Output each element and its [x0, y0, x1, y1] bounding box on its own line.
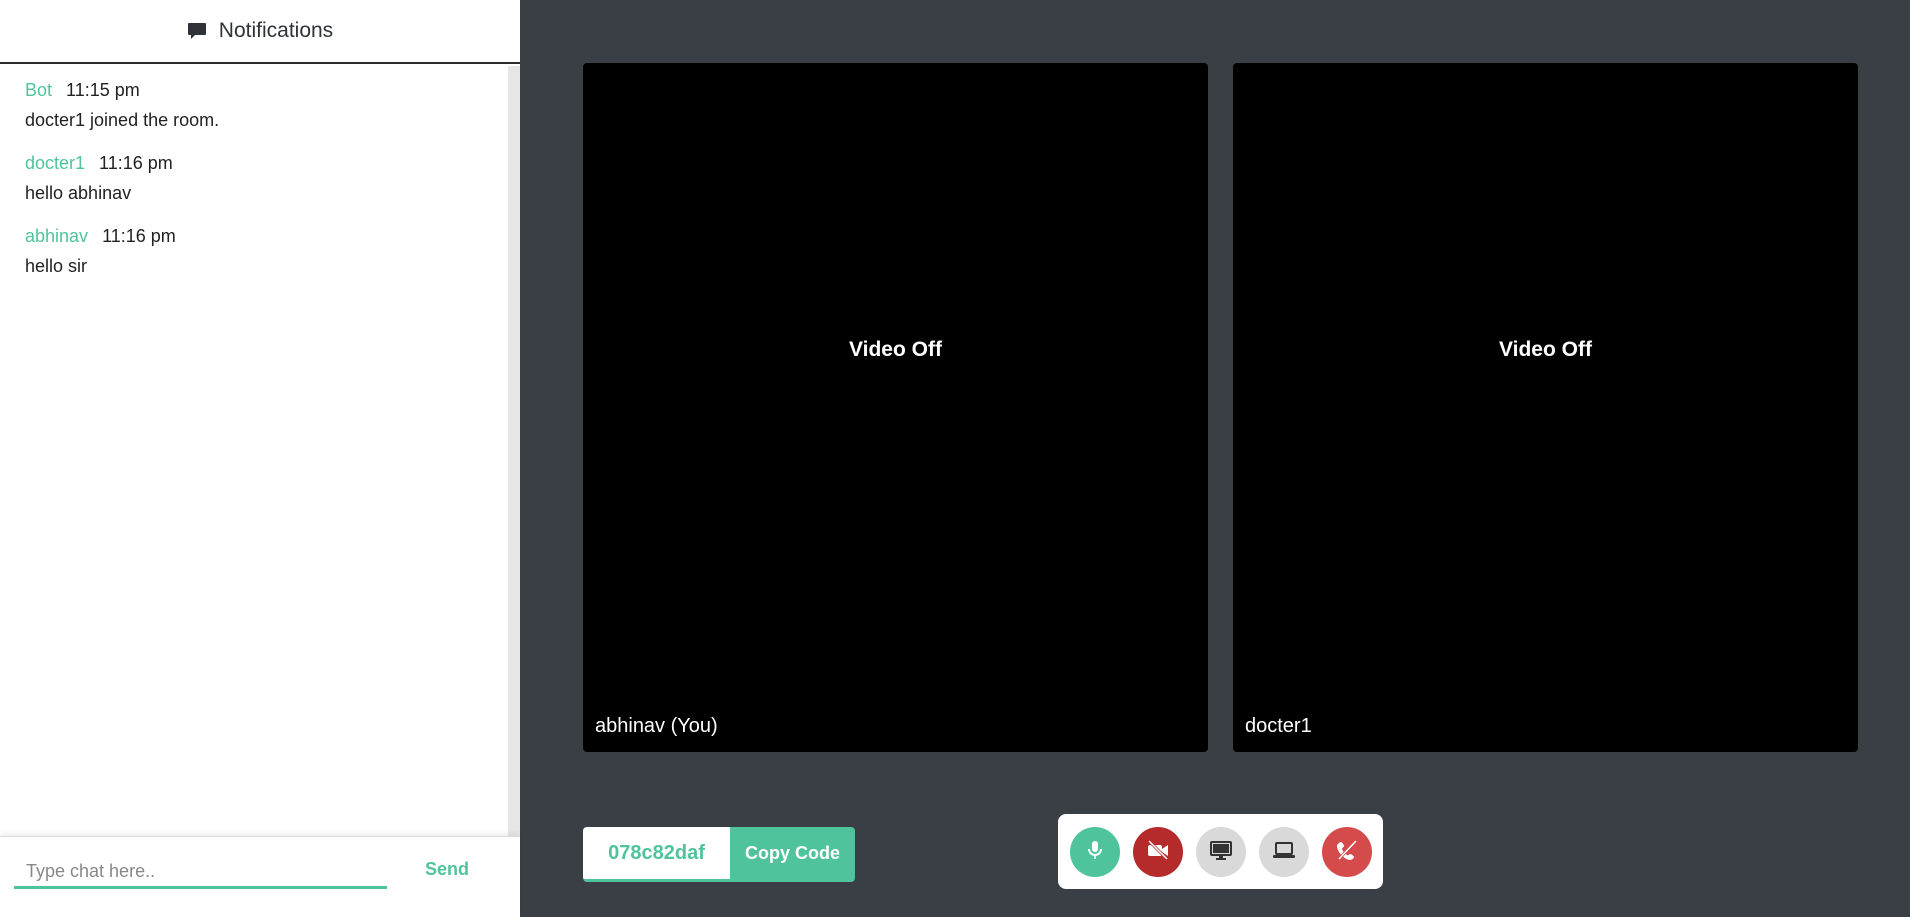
message-time: 11:15 pm	[66, 80, 140, 100]
hang-up-button[interactable]	[1321, 826, 1372, 877]
room-code-box: 078c82daf Copy Code	[583, 827, 855, 882]
scrollbar[interactable]	[508, 66, 520, 836]
message-text: docter1 joined the room.	[25, 110, 220, 130]
participant-name: abhinav (You)	[595, 715, 718, 737]
chat-bubble-icon	[187, 21, 207, 41]
hang-up-icon	[1335, 838, 1359, 865]
message-text: hello sir	[25, 256, 88, 276]
copy-code-button[interactable]: Copy Code	[730, 827, 855, 879]
video-tile-self: Video Off abhinav (You)	[583, 63, 1208, 752]
monitor-icon	[1209, 839, 1233, 864]
participant-name: docter1	[1245, 715, 1312, 737]
share-screen-button[interactable]	[1195, 826, 1246, 877]
laptop-button[interactable]	[1258, 826, 1309, 877]
microphone-button[interactable]	[1069, 826, 1120, 877]
sidebar-title: Notifications	[218, 19, 334, 42]
video-status: Video Off	[1499, 338, 1592, 361]
message-time: 11:16 pm	[99, 153, 173, 173]
video-status: Video Off	[849, 338, 942, 361]
video-off-icon	[1146, 839, 1170, 864]
list-item: docter1 11:16 pm hello abhinav	[25, 151, 500, 205]
call-controls	[1058, 814, 1383, 889]
message-time: 11:16 pm	[102, 226, 176, 246]
message-list: Bot 11:15 pm docter1 joined the room. do…	[25, 78, 500, 297]
message-author: abhinav	[25, 226, 89, 246]
chat-input[interactable]	[14, 857, 387, 889]
send-button[interactable]: Send	[425, 859, 469, 880]
notifications-sidebar: Notifications Bot 11:15 pm docter1 joine…	[0, 0, 520, 917]
laptop-icon	[1272, 839, 1296, 864]
sidebar-header: Notifications	[0, 0, 520, 64]
video-tile-remote: Video Off docter1	[1233, 63, 1858, 752]
message-text: hello abhinav	[25, 183, 132, 203]
room-code: 078c82daf	[583, 827, 730, 879]
message-author: Bot	[25, 80, 53, 100]
list-item: Bot 11:15 pm docter1 joined the room.	[25, 78, 500, 132]
chat-bar: Send	[0, 836, 520, 917]
microphone-icon	[1084, 839, 1106, 864]
message-author: docter1	[25, 153, 86, 173]
list-item: abhinav 11:16 pm hello sir	[25, 224, 500, 278]
video-toggle-button[interactable]	[1132, 826, 1183, 877]
